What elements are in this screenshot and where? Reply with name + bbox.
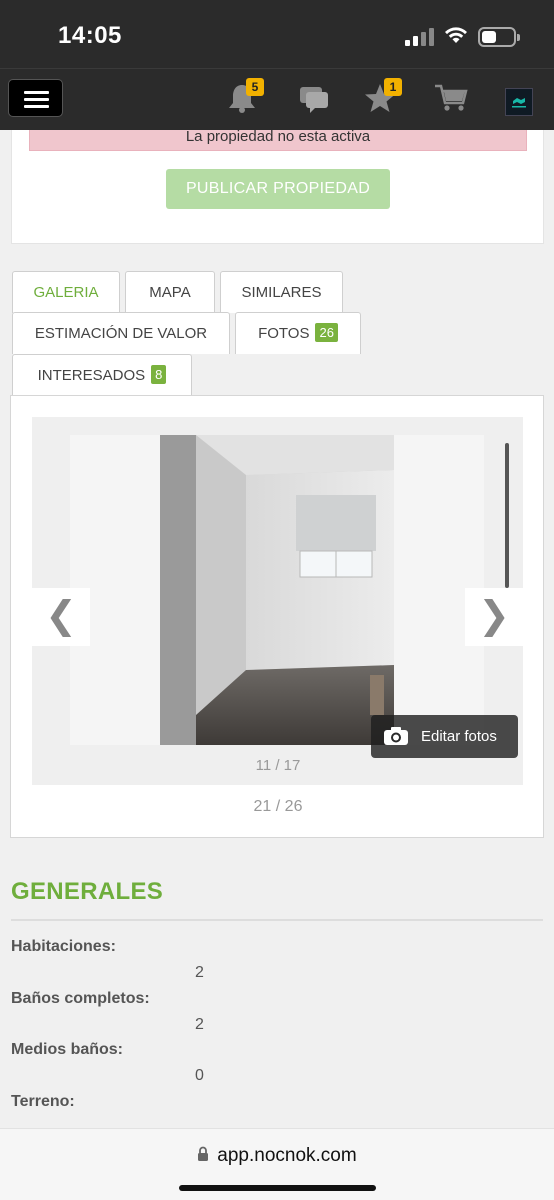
brand-logo-icon (512, 98, 526, 108)
home-indicator[interactable] (179, 1185, 376, 1191)
generales-heading: GENERALES (11, 878, 164, 905)
messages-button[interactable] (298, 83, 334, 115)
url-display[interactable]: app.nocnok.com (0, 1145, 554, 1167)
signal-icon (405, 27, 435, 46)
terreno-label: Terreno: (11, 1093, 75, 1110)
inactive-property-alert: La propiedad no esta activa (29, 130, 527, 151)
tab-interesados[interactable]: INTERESADOS 8 (12, 354, 192, 396)
chevron-right-icon: ❯ (478, 595, 510, 637)
fotos-count-badge: 26 (315, 323, 338, 342)
tab-label: FOTOS (258, 325, 310, 342)
favorites-button[interactable]: 1 (364, 78, 402, 115)
browser-url-bar[interactable]: app.nocnok.com (0, 1128, 554, 1200)
tab-label: INTERESADOS (37, 367, 146, 384)
property-photo[interactable] (160, 435, 394, 745)
carousel-scrollbar[interactable] (505, 443, 509, 588)
publish-property-button[interactable]: PUBLICAR PROPIEDAD (166, 169, 390, 209)
tab-mapa[interactable]: MAPA (125, 271, 215, 313)
cart-button[interactable] (434, 83, 470, 115)
carousel-next-button[interactable]: ❯ (465, 588, 523, 646)
gallery-panel: Editar fotos ❮ ❯ 11 / 17 21 / 26 (10, 395, 544, 838)
tab-label: MAPA (149, 284, 191, 301)
battery-icon (478, 27, 520, 47)
habitaciones-value: 2 (195, 964, 204, 981)
status-time: 14:05 (58, 22, 122, 49)
medios-banos-label: Medios baños: (11, 1041, 124, 1058)
medios-banos-value: 0 (195, 1067, 204, 1084)
carousel-prev-button[interactable]: ❮ (32, 588, 90, 646)
camera-icon (384, 727, 408, 745)
banos-completos-label: Baños completos: (11, 990, 150, 1007)
page-content: La propiedad no esta activa PUBLICAR PRO… (0, 130, 554, 1128)
favorites-badge: 1 (384, 78, 402, 96)
notifications-button[interactable]: 5 (226, 78, 264, 115)
outer-photo-counter: 21 / 26 (253, 798, 303, 815)
tab-similares[interactable]: SIMILARES (220, 271, 343, 313)
lock-icon (198, 1146, 209, 1161)
section-divider (11, 919, 543, 921)
profile-avatar[interactable] (505, 88, 533, 116)
edit-photos-label: Editar fotos (421, 728, 497, 745)
top-navbar: 5 1 (0, 68, 554, 130)
shopping-cart-icon (435, 84, 468, 111)
url-text: app.nocnok.com (217, 1145, 357, 1166)
wifi-icon (445, 27, 467, 43)
tab-fotos[interactable]: FOTOS 26 (235, 312, 361, 354)
tab-label: ESTIMACIÓN DE VALOR (34, 325, 208, 342)
inner-photo-counter: 11 / 17 (255, 757, 301, 774)
banos-completos-value: 2 (195, 1016, 204, 1033)
hamburger-menu-button[interactable] (8, 79, 63, 117)
chat-bubbles-icon (300, 87, 328, 113)
habitaciones-label: Habitaciones: (11, 938, 116, 955)
tab-estimacion-de-valor[interactable]: ESTIMACIÓN DE VALOR (12, 312, 230, 354)
edit-photos-button[interactable]: Editar fotos (371, 715, 518, 758)
tab-galeria[interactable]: GALERIA (12, 271, 120, 313)
status-bar: 14:05 (0, 0, 554, 68)
room-photo-image (160, 435, 394, 745)
outer-carousel[interactable]: Editar fotos ❮ ❯ (32, 417, 523, 785)
notifications-badge: 5 (246, 78, 264, 96)
tab-label: SIMILARES (241, 284, 322, 301)
interesados-count-badge: 8 (151, 365, 167, 384)
property-status-card: La propiedad no esta activa PUBLICAR PRO… (11, 130, 544, 244)
inner-carousel[interactable]: Editar fotos (70, 435, 518, 758)
tab-label: GALERIA (33, 284, 99, 301)
chevron-left-icon: ❮ (45, 595, 77, 637)
